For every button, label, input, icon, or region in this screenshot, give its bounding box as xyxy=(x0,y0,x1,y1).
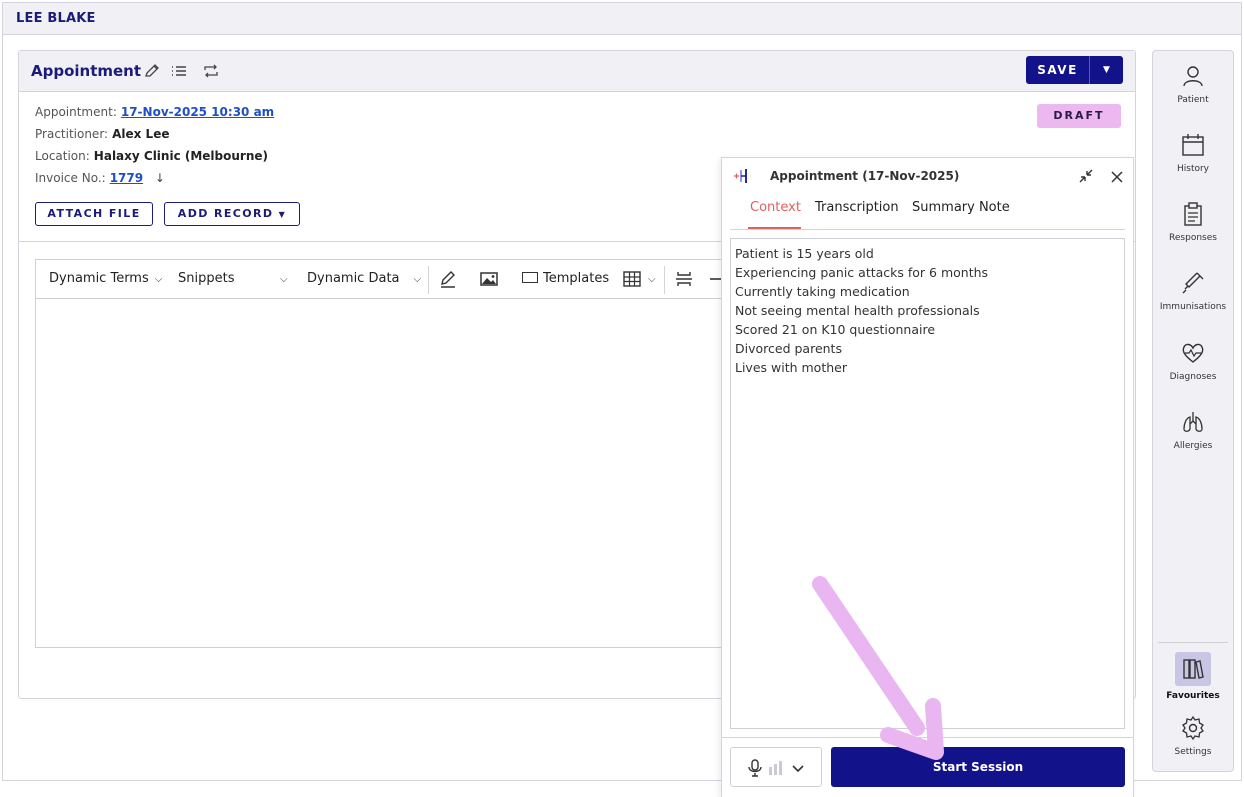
chevron-down-icon[interactable]: ⌵ xyxy=(642,271,656,286)
chevron-down-icon[interactable]: ⌵ xyxy=(274,271,288,286)
pen-icon[interactable] xyxy=(438,269,458,289)
sidebar-item-immunisations[interactable]: Immunisations xyxy=(1153,270,1233,312)
save-button[interactable]: SAVE xyxy=(1026,56,1089,84)
close-icon[interactable] xyxy=(1110,169,1124,188)
location-row: Location: Halaxy Clinic (Melbourne) xyxy=(35,149,268,163)
appointment-date-label: Appointment: xyxy=(35,105,117,119)
templates-button[interactable]: Templates xyxy=(522,271,609,286)
invoice-row: Invoice No.: 1779 ↓ xyxy=(35,171,165,185)
sidebar-item-label: History xyxy=(1176,164,1210,174)
context-line: Not seeing mental health professionals xyxy=(735,303,980,318)
appointment-title: Appointment xyxy=(31,62,142,80)
syringe-icon xyxy=(1180,270,1206,296)
scribe-logo-icon xyxy=(732,167,750,189)
tab-context[interactable]: Context xyxy=(750,200,801,215)
arrow-down-icon[interactable]: ↓ xyxy=(155,171,165,185)
appointment-date-link[interactable]: 17-Nov-2025 10:30 am xyxy=(121,105,274,119)
context-line: Scored 21 on K10 questionnaire xyxy=(735,322,936,337)
books-icon xyxy=(1175,652,1211,686)
sidebar-item-label: Patient xyxy=(1177,95,1209,105)
minimize-icon[interactable] xyxy=(1078,168,1094,188)
snippets-dropdown[interactable]: Snippets xyxy=(178,271,234,286)
context-line: Patient is 15 years old xyxy=(735,246,874,261)
gear-icon xyxy=(1180,715,1206,741)
settings-label: Settings xyxy=(1174,747,1212,757)
start-session-button[interactable]: Start Session xyxy=(831,747,1125,787)
favourites-label: Favourites xyxy=(1166,691,1220,701)
add-record-label: ADD RECORD xyxy=(177,207,274,220)
save-options-caret-icon[interactable]: ▼ xyxy=(1090,56,1123,84)
toolbar-separator xyxy=(664,266,665,294)
sidebar-item-responses[interactable]: Responses xyxy=(1153,201,1233,243)
context-textarea[interactable]: Patient is 15 years old Experiencing pan… xyxy=(730,238,1125,729)
practitioner-row: Practitioner: Alex Lee xyxy=(35,127,169,141)
practitioner-label: Practitioner: xyxy=(35,127,109,141)
sidebar-item-label: Immunisations xyxy=(1159,302,1227,312)
audio-level-icon xyxy=(768,760,784,780)
repeat-icon[interactable] xyxy=(202,62,220,80)
sidebar-item-favourites[interactable]: Favourites xyxy=(1153,652,1233,701)
panel-footer-divider xyxy=(722,737,1133,738)
tab-transcription[interactable]: Transcription xyxy=(815,200,899,215)
add-record-button[interactable]: ADD RECORD ▼ xyxy=(164,202,300,226)
attach-file-button[interactable]: ATTACH FILE xyxy=(35,202,153,226)
list-icon[interactable] xyxy=(170,62,188,80)
microphone-icon xyxy=(747,758,763,782)
image-icon[interactable] xyxy=(479,269,499,289)
context-line: Lives with mother xyxy=(735,360,847,375)
save-button-group: SAVE ▼ xyxy=(1026,56,1123,84)
appointment-header: Appointment SAVE ▼ xyxy=(19,51,1135,92)
dynamic-data-dropdown[interactable]: Dynamic Data ⌵ xyxy=(307,271,421,286)
context-line: Experiencing panic attacks for 6 months xyxy=(735,265,989,280)
sidebar-item-diagnoses[interactable]: Diagnoses xyxy=(1153,340,1233,382)
location-label: Location: xyxy=(35,149,90,163)
heart-pulse-icon xyxy=(1180,340,1206,366)
templates-icon xyxy=(522,272,538,283)
patient-header: LEE BLAKE xyxy=(3,3,1241,35)
panel-title: Appointment (17-Nov-2025) xyxy=(770,169,960,183)
sidebar-item-label: Allergies xyxy=(1173,441,1213,451)
chevron-down-icon: ⌵ xyxy=(154,274,163,285)
sidebar-item-patient[interactable]: Patient xyxy=(1153,63,1233,105)
clipboard-icon xyxy=(1180,201,1206,227)
caret-down-icon: ▼ xyxy=(278,210,287,219)
sidebar-item-history[interactable]: History xyxy=(1153,132,1233,174)
toolbar-separator xyxy=(428,266,429,294)
patient-name[interactable]: LEE BLAKE xyxy=(16,11,96,26)
microphone-selector[interactable] xyxy=(730,747,822,787)
right-sidebar: Patient History Responses Immunisations … xyxy=(1152,50,1234,772)
practitioner-value: Alex Lee xyxy=(112,127,170,141)
context-line: Currently taking medication xyxy=(735,284,910,299)
calendar-icon xyxy=(1180,132,1206,158)
sidebar-item-allergies[interactable]: Allergies xyxy=(1153,409,1233,451)
tab-summary-note[interactable]: Summary Note xyxy=(912,200,1010,215)
invoice-label: Invoice No.: xyxy=(35,171,106,185)
person-icon xyxy=(1180,63,1206,89)
lungs-icon xyxy=(1180,409,1206,435)
chevron-down-icon xyxy=(791,761,805,780)
chevron-down-icon: ⌵ xyxy=(413,274,422,285)
sidebar-item-settings[interactable]: Settings xyxy=(1153,715,1233,757)
ai-scribe-panel: Appointment (17-Nov-2025) Context Transc… xyxy=(721,157,1134,797)
sidebar-divider xyxy=(1158,642,1228,643)
status-badge: DRAFT xyxy=(1037,104,1121,128)
table-icon[interactable] xyxy=(622,269,642,289)
sidebar-item-label: Responses xyxy=(1169,233,1217,243)
pencil-icon[interactable] xyxy=(143,62,161,80)
tabs-divider xyxy=(730,229,1125,230)
context-line: Divorced parents xyxy=(735,341,842,356)
location-value: Halaxy Clinic (Melbourne) xyxy=(93,149,269,163)
invoice-link[interactable]: 1779 xyxy=(110,171,143,185)
appointment-date-row: Appointment: 17-Nov-2025 10:30 am xyxy=(35,105,274,119)
dynamic-terms-dropdown[interactable]: Dynamic Terms ⌵ xyxy=(49,271,162,286)
page-break-icon[interactable] xyxy=(674,269,694,289)
sidebar-item-label: Diagnoses xyxy=(1169,372,1217,382)
